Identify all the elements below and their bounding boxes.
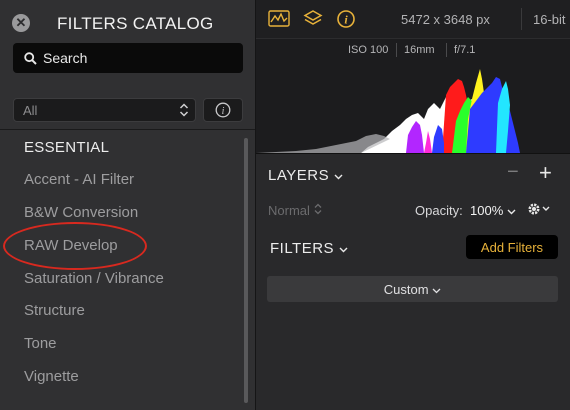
layers-title[interactable]: LAYERS (268, 167, 343, 184)
category-select[interactable]: All (13, 98, 196, 122)
filter-preset-label: Custom (383, 282, 429, 297)
filter-item-accent-ai[interactable]: Accent - AI Filter (24, 171, 134, 188)
search-input[interactable] (43, 43, 233, 73)
chevron-down-icon (432, 288, 441, 294)
remove-layer-button[interactable]: − (507, 161, 519, 184)
opacity-select[interactable]: 100% (470, 203, 516, 218)
filter-item-vignette[interactable]: Vignette (24, 368, 79, 385)
layers-title-label: LAYERS (268, 167, 330, 184)
histogram-graph (256, 69, 520, 153)
search-icon (24, 52, 37, 65)
filter-item-tone[interactable]: Tone (24, 335, 57, 352)
filter-preset-dropdown[interactable]: Custom (267, 276, 558, 302)
gear-icon[interactable] (526, 200, 552, 218)
svg-text:i: i (344, 13, 348, 27)
chevron-down-icon (334, 174, 343, 180)
search-box[interactable] (13, 43, 243, 73)
top-toolbar: i 5472 x 3648 px 16-bit (256, 0, 570, 39)
info-button[interactable]: i (203, 98, 243, 122)
chevron-down-icon (339, 247, 348, 253)
aperture: f/7.1 (454, 44, 476, 56)
filters-catalog-panel: ✕ FILTERS CATALOG All i ESSENTIAL Accent… (0, 0, 256, 410)
add-layer-button[interactable]: + (539, 160, 552, 186)
section-heading-essential: ESSENTIAL (24, 139, 110, 156)
focal-length: 16mm (404, 44, 435, 56)
iso-value: ISO 100 (348, 44, 389, 56)
filters-title[interactable]: FILTERS (270, 240, 348, 257)
chevron-updown-icon (314, 203, 321, 215)
filter-item-structure[interactable]: Structure (24, 302, 85, 319)
divider (521, 8, 522, 30)
chevron-down-icon (507, 209, 516, 215)
category-select-value: All (23, 103, 38, 118)
filters-panel: FILTERS Add Filters Custom (256, 226, 570, 410)
info-icon[interactable]: i (336, 9, 356, 29)
divider (396, 43, 397, 57)
histogram-panel: ISO 100 16mm f/7.1 (256, 39, 570, 153)
filter-item-saturation-vibrance[interactable]: Saturation / Vibrance (24, 270, 164, 287)
scrollbar[interactable] (244, 138, 248, 403)
image-dimensions: 5472 x 3648 px (401, 12, 490, 27)
close-icon[interactable]: ✕ (12, 14, 30, 32)
catalog-title: FILTERS CATALOG (57, 14, 214, 33)
chevron-updown-icon (179, 103, 189, 117)
opacity-label: Opacity: (415, 203, 463, 218)
annotation-highlight-circle (3, 222, 147, 270)
blend-mode-value: Normal (268, 203, 310, 218)
add-filters-button[interactable]: Add Filters (466, 235, 558, 259)
svg-text:i: i (222, 106, 225, 117)
layers-panel: LAYERS − + Normal Opacity: 100% (256, 153, 570, 227)
divider (0, 129, 255, 130)
divider (446, 43, 447, 57)
layers-icon[interactable] (303, 9, 323, 29)
histogram-icon[interactable] (268, 10, 290, 27)
filters-title-label: FILTERS (270, 240, 335, 257)
blend-mode-select[interactable]: Normal (268, 203, 322, 218)
info-icon: i (215, 102, 231, 118)
filter-item-bw-conversion[interactable]: B&W Conversion (24, 204, 138, 221)
filter-preset-value: Custom (267, 282, 558, 297)
opacity-value: 100% (470, 203, 504, 218)
bit-depth: 16-bit (533, 12, 566, 27)
